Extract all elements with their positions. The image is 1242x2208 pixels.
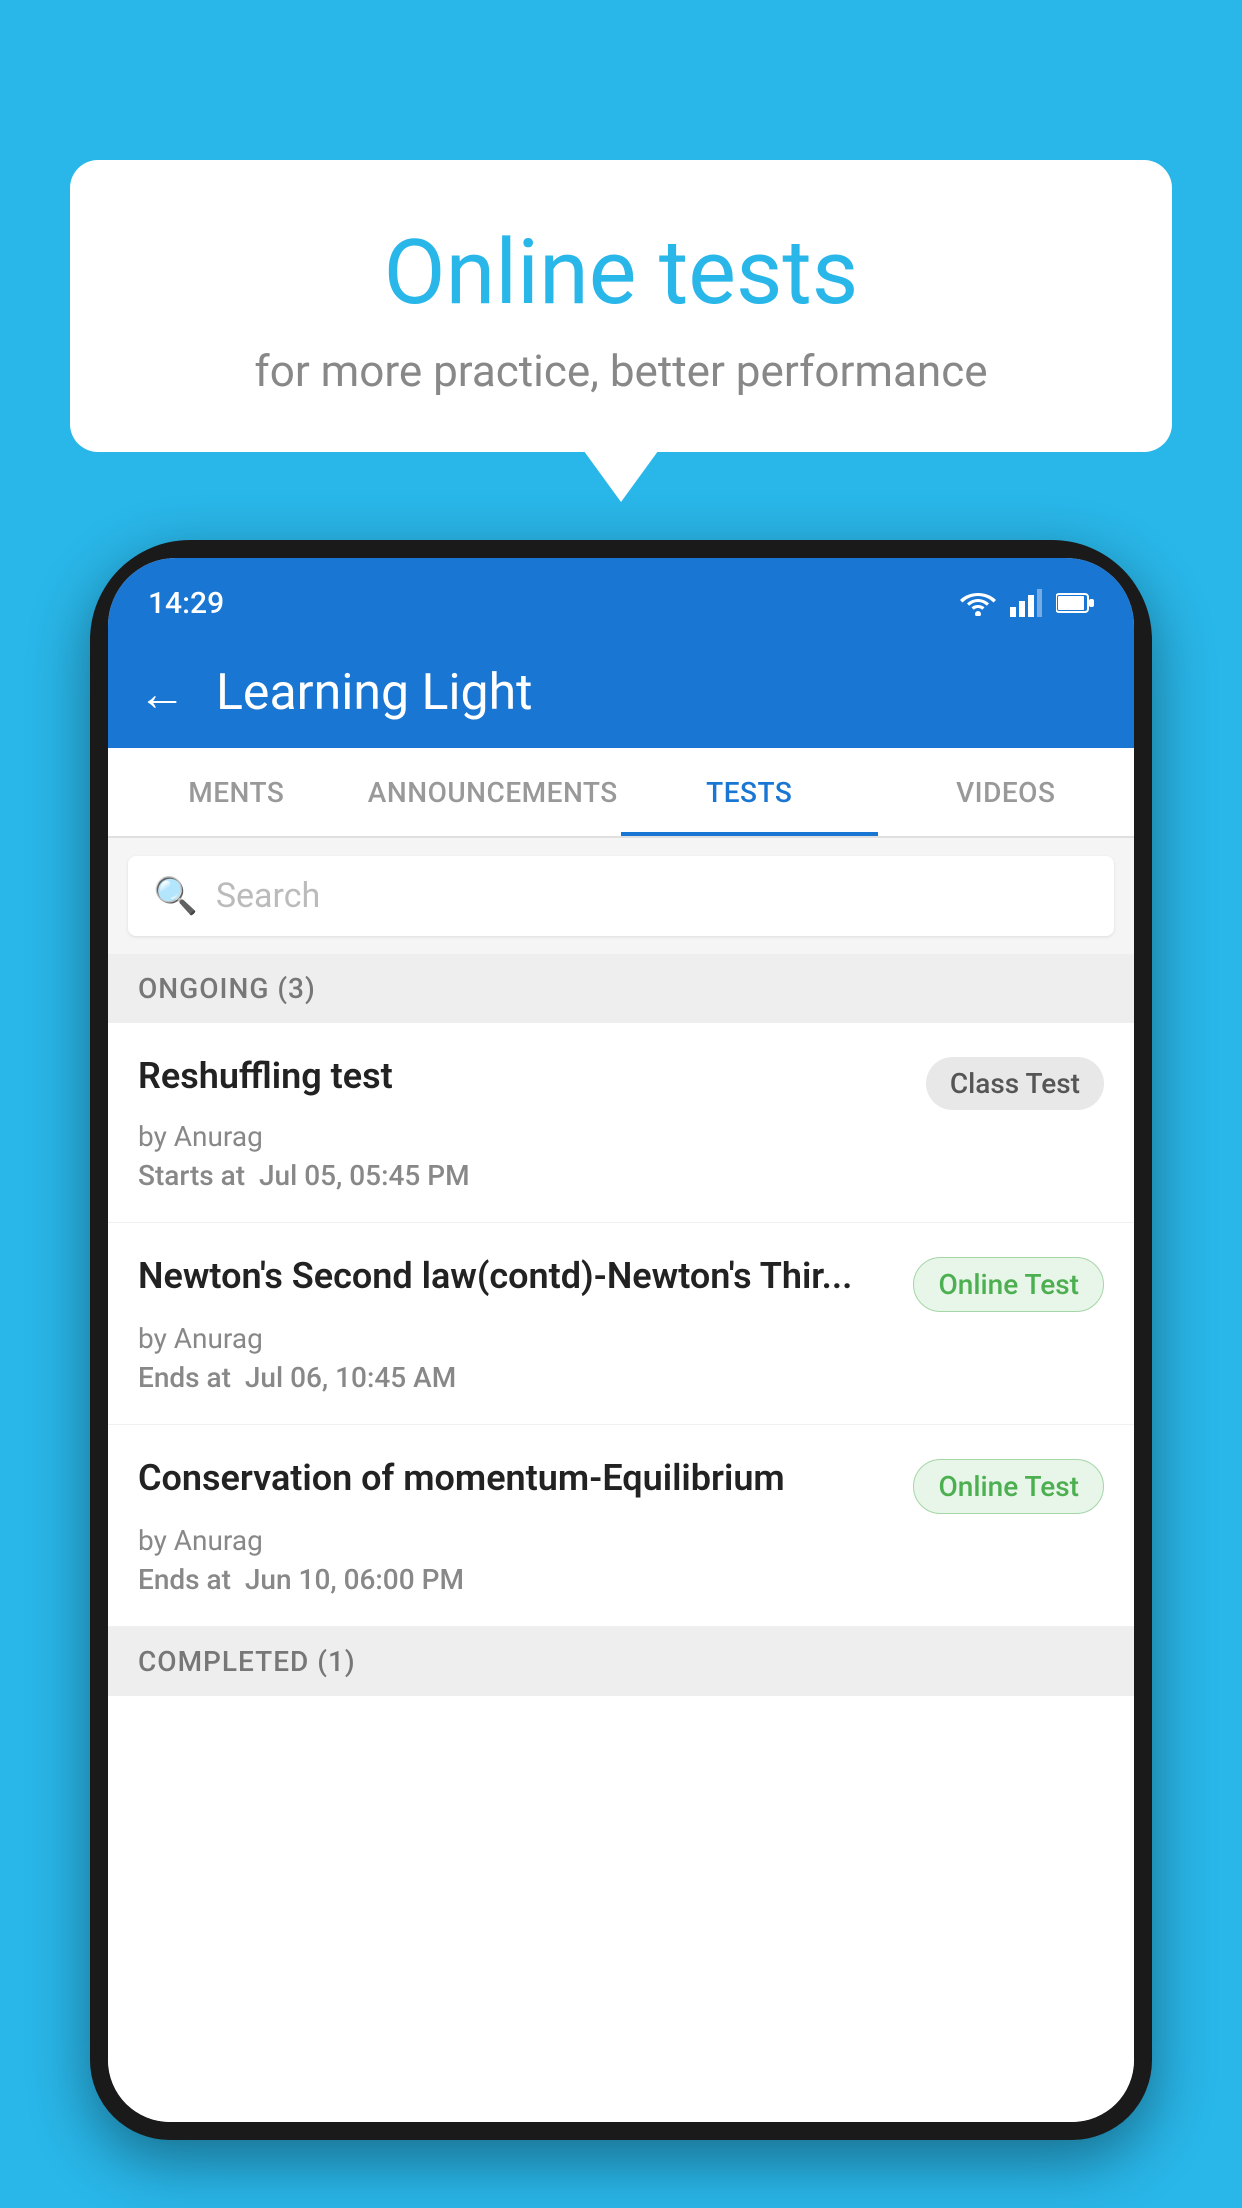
test-name-2: Newton's Second law(contd)-Newton's Thir…: [138, 1253, 893, 1300]
tab-videos[interactable]: VIDEOS: [878, 748, 1135, 836]
test-by-3: by Anurag: [138, 1524, 1104, 1557]
test-date-2: Ends at Jul 06, 10:45 AM: [138, 1361, 1104, 1394]
ongoing-section-header: ONGOING (3): [108, 954, 1134, 1023]
phone-screen: 14:29: [108, 558, 1134, 2122]
battery-icon: [1056, 592, 1094, 614]
search-placeholder: Search: [216, 876, 320, 916]
test-name-3: Conservation of momentum-Equilibrium: [138, 1455, 893, 1502]
search-icon: 🔍: [153, 875, 198, 917]
tab-announcements[interactable]: ANNOUNCEMENTS: [365, 748, 622, 836]
speech-bubble: Online tests for more practice, better p…: [70, 160, 1172, 452]
test-item-3[interactable]: Conservation of momentum-Equilibrium Onl…: [108, 1425, 1134, 1627]
test-by-1: by Anurag: [138, 1120, 1104, 1153]
test-badge-3: Online Test: [913, 1459, 1104, 1514]
search-box[interactable]: 🔍 Search: [128, 856, 1114, 936]
phone-outer: 14:29: [90, 540, 1152, 2140]
search-container: 🔍 Search: [108, 838, 1134, 954]
bubble-subtitle: for more practice, better performance: [130, 345, 1112, 397]
tab-ments[interactable]: MENTS: [108, 748, 365, 836]
test-list: Reshuffling test Class Test by Anurag St…: [108, 1023, 1134, 2122]
app-title: Learning Light: [216, 664, 533, 722]
test-name-1: Reshuffling test: [138, 1053, 906, 1100]
test-item-1[interactable]: Reshuffling test Class Test by Anurag St…: [108, 1023, 1134, 1223]
bubble-title: Online tests: [130, 220, 1112, 325]
signal-icon: [1010, 589, 1042, 617]
tabs-bar: MENTS ANNOUNCEMENTS TESTS VIDEOS: [108, 748, 1134, 838]
back-button[interactable]: ←: [138, 665, 186, 722]
tab-tests[interactable]: TESTS: [621, 748, 878, 836]
wifi-icon: [960, 590, 996, 616]
phone-container: 14:29: [90, 540, 1152, 2208]
status-time: 14:29: [148, 586, 224, 621]
test-date-3: Ends at Jun 10, 06:00 PM: [138, 1563, 1104, 1596]
test-by-2: by Anurag: [138, 1322, 1104, 1355]
app-header: ← Learning Light: [108, 638, 1134, 748]
completed-section-header: COMPLETED (1): [108, 1627, 1134, 1696]
test-badge-2: Online Test: [913, 1257, 1104, 1312]
status-bar: 14:29: [108, 558, 1134, 638]
test-item-2[interactable]: Newton's Second law(contd)-Newton's Thir…: [108, 1223, 1134, 1425]
test-badge-1: Class Test: [926, 1057, 1104, 1110]
test-date-1: Starts at Jul 05, 05:45 PM: [138, 1159, 1104, 1192]
status-icons: [960, 589, 1094, 617]
